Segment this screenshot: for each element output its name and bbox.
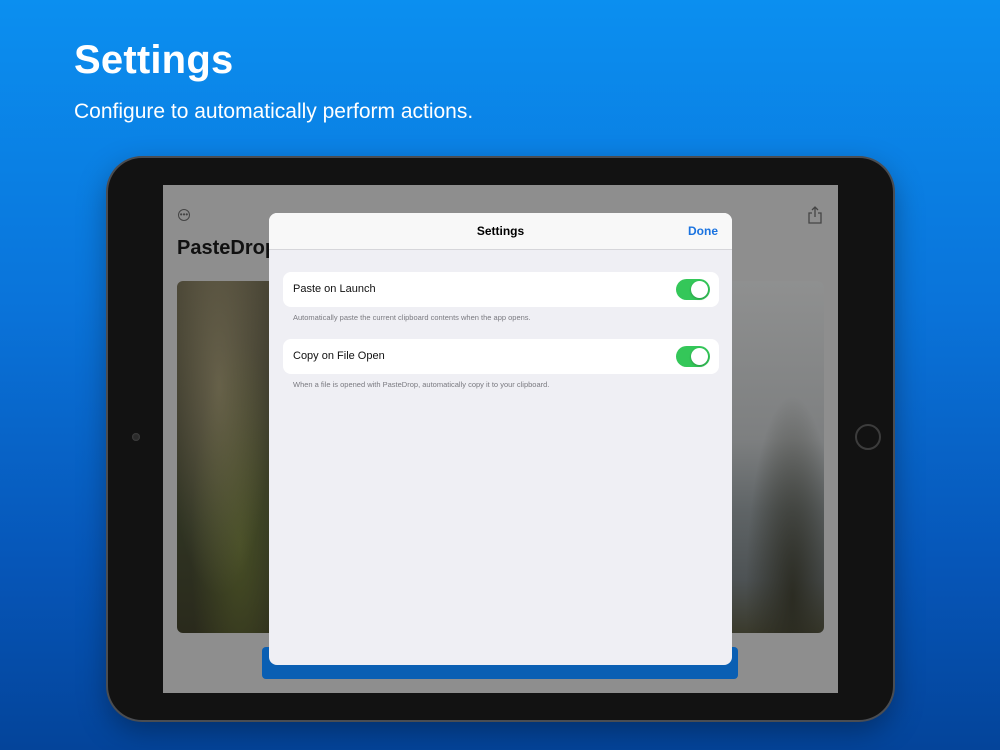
toggle-knob [691, 348, 708, 365]
camera-icon [132, 433, 140, 441]
setting-row-copy-on-file-open[interactable]: Copy on File Open [283, 339, 719, 374]
modal-title: Settings [476, 224, 525, 238]
ellipsis-circle-icon[interactable]: ••• [178, 209, 190, 221]
modal-navigation-bar: Settings Done [269, 213, 732, 250]
setting-footnote: Automatically paste the current clipboar… [293, 313, 531, 322]
photo-thumbnail[interactable] [177, 281, 282, 633]
hero-subtitle: Configure to automatically perform actio… [74, 100, 474, 123]
toggle-knob [691, 281, 708, 298]
paste-on-launch-toggle[interactable] [676, 279, 710, 300]
setting-row-paste-on-launch[interactable]: Paste on Launch [283, 272, 719, 307]
settings-modal: Settings Done Paste on Launch Automatica… [269, 213, 732, 665]
app-title: PasteDrop [177, 237, 278, 259]
copy-on-file-open-toggle[interactable] [676, 346, 710, 367]
setting-label: Copy on File Open [293, 350, 385, 362]
setting-label: Paste on Launch [293, 283, 376, 295]
hero-title: Settings [74, 38, 234, 82]
setting-footnote: When a file is opened with PasteDrop, au… [293, 380, 550, 389]
home-button[interactable] [855, 424, 881, 450]
share-icon[interactable] [807, 206, 823, 224]
ipad-screen: ••• PasteDrop Settings Done Paste on Lau… [163, 185, 838, 693]
photo-thumbnail[interactable] [719, 281, 824, 633]
done-button[interactable]: Done [688, 224, 718, 238]
ipad-device-frame: ••• PasteDrop Settings Done Paste on Lau… [108, 158, 893, 720]
